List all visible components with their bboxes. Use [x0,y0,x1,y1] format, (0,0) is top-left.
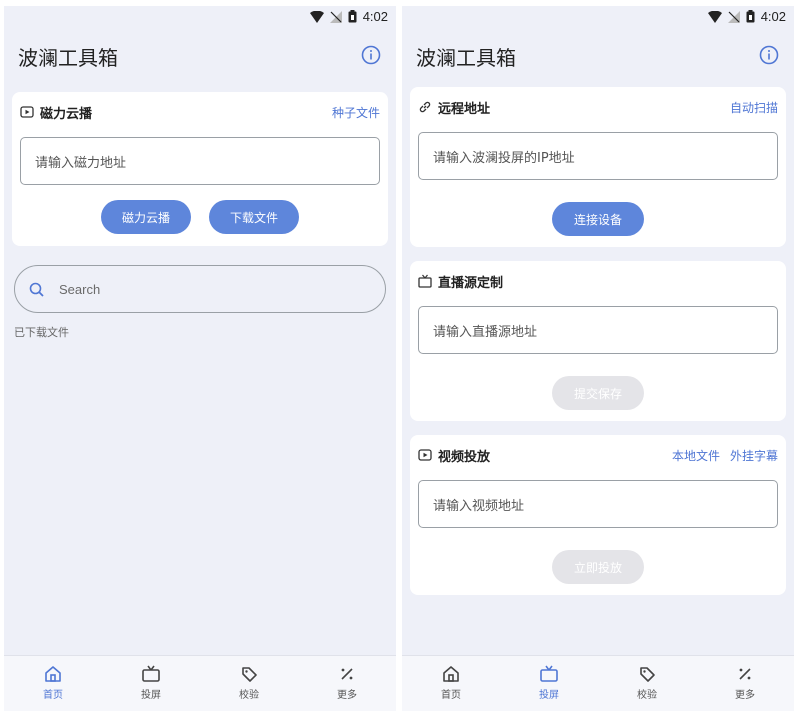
link-icon [419,101,431,113]
status-time: 4:02 [362,9,388,24]
play-icon [418,449,432,461]
magnet-play-button[interactable]: 磁力云播 [101,200,191,234]
nav-item-cast[interactable]: 投屏 [500,656,598,711]
nav-label-verify: 校验 [637,690,657,701]
play-icon [20,106,34,118]
nav-label-verify: 校验 [239,690,259,701]
search-placeholder: Search [59,282,101,297]
app-title: 波澜工具箱 [18,46,118,70]
status-time: 4:02 [760,9,786,24]
remote-card-header: 远程地址 自动扫描 [418,97,778,117]
bottom-nav: 首页 投屏 校验 更多 [4,655,396,711]
home-icon [45,666,61,682]
cast-now-button[interactable]: 立即投放 [552,550,644,584]
download-file-button[interactable]: 下载文件 [209,200,299,234]
ip-address-placeholder: 请输入波澜投屏的IP地址 [433,151,575,166]
live-source-card: 直播源定制 请输入直播源地址 提交保存 [410,261,786,421]
auto-scan-link[interactable]: 自动扫描 [730,99,778,116]
remote-address-card: 远程地址 自动扫描 请输入波澜投屏的IP地址 连接设备 [410,87,786,247]
tv-icon [418,274,432,288]
video-card-title: 视频投放 [438,449,491,465]
magnet-url-placeholder: 请输入磁力地址 [35,156,127,171]
magnet-card: 磁力云播 种子文件 请输入磁力地址 磁力云播 下载文件 [12,92,388,246]
no-signal-icon [329,10,342,23]
wifi-icon [707,10,722,23]
nav-item-verify[interactable]: 校验 [200,656,298,711]
video-url-input[interactable]: 请输入视频地址 [418,480,778,528]
nav-label-cast: 投屏 [141,690,161,701]
nav-item-home[interactable]: 首页 [4,656,102,711]
status-bar: 4:02 [4,6,396,28]
app-title: 波澜工具箱 [416,46,516,70]
submit-save-button[interactable]: 提交保存 [552,376,644,410]
no-signal-icon [727,10,740,23]
nav-item-verify[interactable]: 校验 [598,656,696,711]
nav-item-more[interactable]: 更多 [696,656,794,711]
info-icon[interactable] [758,44,780,66]
app-bar: 波澜工具箱 [4,36,396,76]
info-icon[interactable] [360,44,382,66]
external-subtitle-link[interactable]: 外挂字幕 [730,447,778,464]
status-bar: 4:02 [402,6,794,28]
nav-label-more: 更多 [735,690,755,701]
nav-label-home: 首页 [43,690,63,701]
search-icon [29,282,44,297]
magnet-card-title: 磁力云播 [40,106,93,122]
phone-screen-cast: 4:02 波澜工具箱 远程地址 自动扫描 请输入波澜投屏的IP地址 连接设备 直… [402,6,794,711]
tag-icon [242,667,257,682]
nav-item-home[interactable]: 首页 [402,656,500,711]
phone-screen-home: 4:02 波澜工具箱 磁力云播 种子文件 请输入磁力地址 磁力云播 下载文件 S… [4,6,396,711]
nav-label-more: 更多 [337,690,357,701]
nav-label-home: 首页 [441,690,461,701]
bottom-nav: 首页 投屏 校验 更多 [402,655,794,711]
tv-icon [540,665,558,682]
torrent-file-link[interactable]: 种子文件 [332,104,380,121]
live-card-header: 直播源定制 [418,271,778,291]
live-card-title: 直播源定制 [438,275,504,291]
wifi-icon [309,10,324,23]
ip-address-input[interactable]: 请输入波澜投屏的IP地址 [418,132,778,180]
connect-device-button[interactable]: 连接设备 [552,202,644,236]
video-cast-card: 视频投放 本地文件 外挂字幕 请输入视频地址 立即投放 [410,435,786,595]
magnet-url-input[interactable]: 请输入磁力地址 [20,137,380,185]
nav-item-cast[interactable]: 投屏 [102,656,200,711]
battery-icon [746,10,755,23]
video-card-header: 视频投放 本地文件 外挂字幕 [418,445,778,465]
nav-label-cast: 投屏 [539,690,559,701]
live-source-placeholder: 请输入直播源地址 [433,325,538,340]
nav-item-more[interactable]: 更多 [298,656,396,711]
live-source-input[interactable]: 请输入直播源地址 [418,306,778,354]
local-file-link[interactable]: 本地文件 [672,447,720,464]
app-bar: 波澜工具箱 [402,36,794,76]
search-bar[interactable]: Search [14,265,386,313]
downloaded-files-label: 已下载文件 [14,326,69,339]
tag-icon [640,667,655,682]
battery-icon [348,10,357,23]
magnet-card-header: 磁力云播 种子文件 [20,102,380,122]
tv-icon [142,665,160,682]
remote-card-title: 远程地址 [438,101,491,117]
video-url-placeholder: 请输入视频地址 [433,499,525,514]
percent-icon [341,668,353,680]
home-icon [443,666,459,682]
percent-icon [739,668,751,680]
